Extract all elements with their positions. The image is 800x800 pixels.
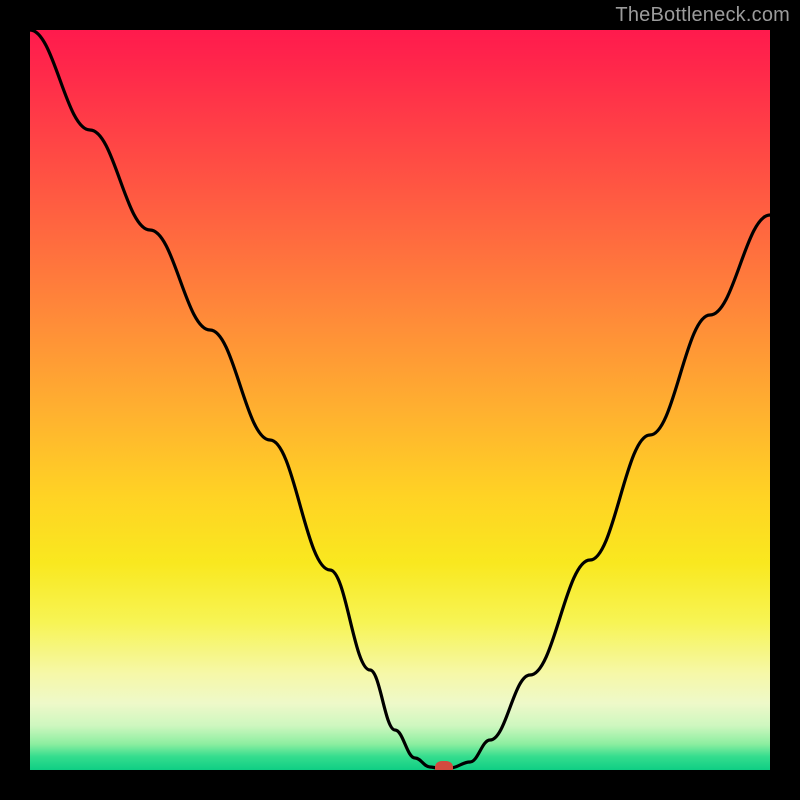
chart-frame: TheBottleneck.com [0, 0, 800, 800]
minimum-marker [435, 761, 453, 770]
plot-area [30, 30, 770, 770]
watermark-text: TheBottleneck.com [615, 4, 790, 27]
bottleneck-curve [30, 30, 770, 770]
